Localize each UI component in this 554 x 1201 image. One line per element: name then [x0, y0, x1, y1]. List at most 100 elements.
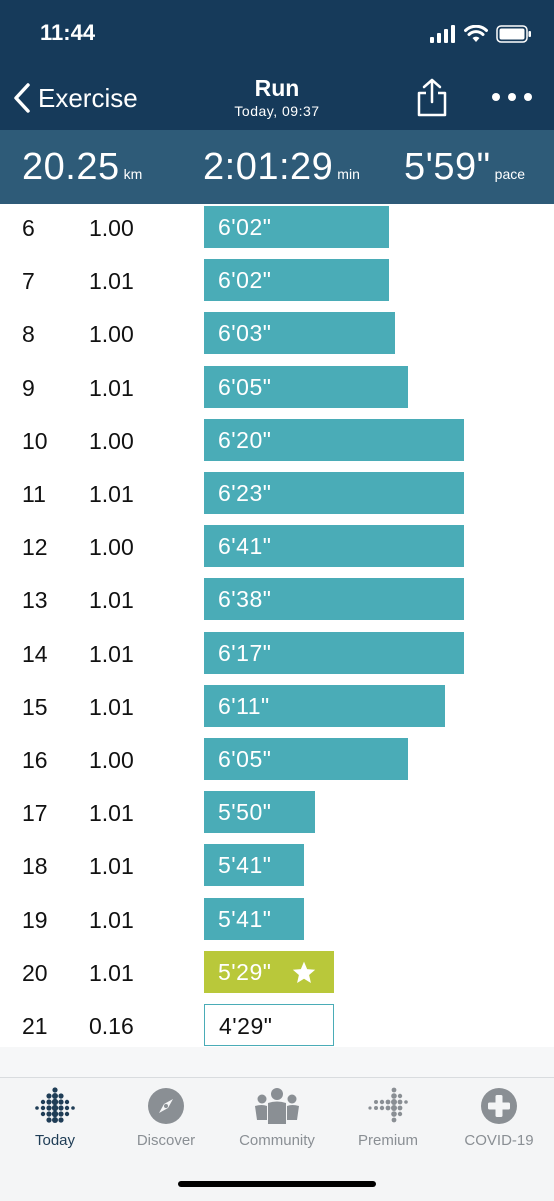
average-pace: 5'59" pace — [404, 146, 525, 189]
split-pace-bar: 6'05" — [204, 738, 408, 780]
split-pace-label: 6'23" — [218, 480, 272, 506]
split-km-number: 21 — [22, 1013, 48, 1039]
split-row[interactable]: 13 1.01 6'38" — [0, 576, 554, 629]
split-pace-label: 5'41" — [218, 905, 272, 932]
split-distance: 1.01 — [89, 959, 134, 986]
total-distance-unit: km — [123, 166, 143, 182]
split-pace-bar: 5'41" — [204, 897, 304, 940]
split-km-number: 6 — [22, 215, 35, 241]
split-distance: 1.01 — [89, 587, 134, 614]
split-row[interactable]: 11 1.01 6'23" — [0, 470, 554, 523]
split-pace-bar: 6'11" — [204, 684, 445, 727]
average-pace-value: 5'59" — [404, 146, 491, 188]
battery-icon — [496, 25, 531, 43]
split-distance: 1.01 — [89, 693, 134, 720]
list-bottom-fade — [0, 1047, 554, 1077]
split-pace-label: 4'29" — [219, 1013, 273, 1039]
split-km-number: 13 — [22, 587, 48, 614]
split-pace-bar: 6'23" — [204, 472, 464, 514]
split-km-number: 10 — [22, 427, 48, 454]
split-km-number: 18 — [22, 853, 48, 880]
split-pace-bar-best: 5'29" — [204, 950, 334, 993]
share-icon — [417, 78, 447, 117]
split-row[interactable]: 19 1.01 5'41" — [0, 896, 554, 949]
split-pace-bar: 6'02" — [204, 259, 389, 302]
total-duration: 2:01:29 min — [203, 146, 360, 189]
split-pace-bar: 6'05" — [204, 365, 408, 408]
tab-covid-19[interactable]: COVID-19 — [444, 1086, 554, 1156]
split-row[interactable]: 16 1.00 6'05" — [0, 736, 554, 789]
split-distance: 1.01 — [89, 853, 134, 880]
split-pace-bar: 6'03" — [204, 312, 396, 355]
split-row[interactable]: 10 1.00 6'20" — [0, 417, 554, 470]
split-row[interactable]: 14 1.01 6'17" — [0, 630, 554, 683]
split-km-number: 7 — [22, 268, 35, 295]
split-row[interactable]: 7 1.01 6'02" — [0, 257, 554, 310]
split-distance: 1.00 — [89, 215, 134, 241]
split-pace-bar: 6'41" — [204, 525, 464, 568]
tab-today[interactable]: Today — [0, 1086, 110, 1156]
wifi-icon — [464, 25, 488, 42]
share-button[interactable] — [414, 78, 450, 118]
split-pace-label: 6'05" — [218, 373, 272, 400]
tab-today-label: Today — [34, 1132, 76, 1149]
total-duration-unit: min — [337, 166, 360, 182]
split-distance: 1.00 — [89, 321, 134, 348]
split-distance: 1.00 — [89, 747, 134, 773]
tab-discover[interactable]: Discover — [111, 1086, 221, 1156]
split-pace-label: 6'38" — [218, 586, 272, 613]
split-km-number: 8 — [22, 321, 35, 348]
split-row[interactable]: 15 1.01 6'11" — [0, 683, 554, 736]
more-dots-icon — [492, 93, 532, 101]
more-options-button[interactable] — [490, 84, 534, 110]
tab-premium[interactable]: Premium — [333, 1086, 443, 1156]
page-title: Run Today, 09:37 — [0, 74, 554, 120]
split-row[interactable]: 17 1.01 5'50" — [0, 789, 554, 842]
total-distance-value: 20.25 — [22, 146, 120, 188]
split-pace-label: 6'03" — [218, 320, 272, 347]
tab-covid-19-label: COVID-19 — [464, 1132, 534, 1149]
split-row[interactable]: 18 1.01 5'41" — [0, 842, 554, 895]
average-pace-unit: pace — [494, 166, 526, 182]
split-pace-bar: 6'20" — [204, 418, 464, 461]
split-distance: 1.01 — [89, 481, 134, 507]
split-km-number: 20 — [22, 959, 48, 986]
status-time: 11:44 — [40, 20, 96, 45]
split-pace-label: 6'20" — [218, 426, 272, 453]
split-km-number: 15 — [22, 693, 48, 720]
home-indicator — [178, 1181, 376, 1187]
split-km-number: 19 — [22, 906, 48, 933]
split-km-number: 9 — [22, 374, 35, 401]
tab-community[interactable]: Community — [222, 1086, 332, 1156]
split-row[interactable]: 6 1.00 6'02" — [0, 204, 554, 257]
split-row[interactable]: 20 1.01 5'29" — [0, 949, 554, 1002]
tab-premium-label: Premium — [357, 1132, 418, 1149]
split-pace-label: 6'02" — [218, 267, 272, 294]
plus-circle-icon — [481, 1088, 517, 1124]
title-text: Run — [254, 75, 300, 101]
tab-discover-label: Discover — [136, 1132, 196, 1149]
split-row[interactable]: 12 1.00 6'41" — [0, 523, 554, 576]
split-distance: 1.01 — [89, 268, 134, 295]
split-distance: 1.01 — [89, 640, 134, 667]
split-row[interactable]: 8 1.00 6'03" — [0, 310, 554, 363]
split-distance: 1.00 — [89, 534, 134, 561]
split-row[interactable]: 9 1.01 6'05" — [0, 364, 554, 417]
star-icon — [292, 961, 316, 983]
compass-icon — [148, 1088, 184, 1124]
split-pace-bar: 4'29" — [204, 1004, 334, 1046]
summary-stats: 20.25 km 2:01:29 min 5'59" pace — [0, 130, 554, 204]
top-header: 11:44 Exercise Run Today, 09:37 — [0, 0, 554, 130]
split-km-number: 16 — [22, 747, 48, 773]
split-distance: 1.01 — [89, 906, 134, 933]
split-distance: 0.16 — [89, 1013, 134, 1039]
split-pace-bar: 5'41" — [204, 844, 304, 887]
total-duration-value: 2:01:29 — [203, 146, 334, 188]
split-pace-bar: 6'38" — [204, 578, 464, 621]
split-pace-label: 6'02" — [218, 214, 272, 240]
split-pace-label: 6'41" — [218, 533, 272, 560]
split-pace-label: 6'11" — [218, 692, 270, 719]
total-distance: 20.25 km — [22, 146, 142, 189]
split-pace-bar: 6'02" — [204, 206, 389, 248]
tab-community-label: Community — [239, 1132, 315, 1149]
